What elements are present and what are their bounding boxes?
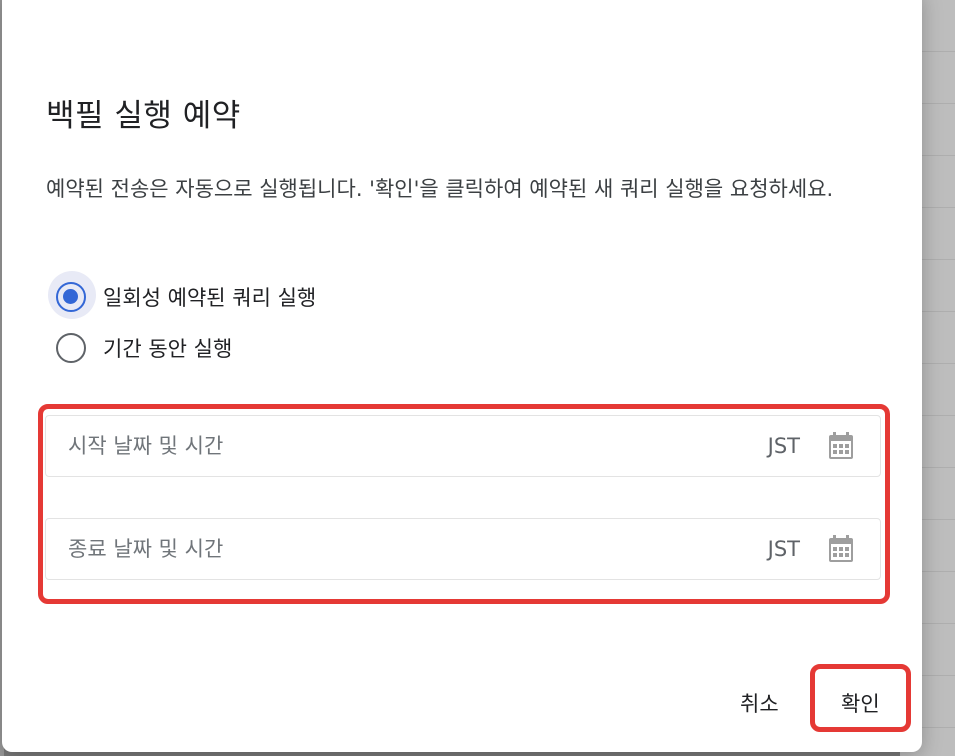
start-datetime-field[interactable]: 시작 날짜 및 시간 JST	[45, 415, 881, 477]
option-label: 일회성 예약된 쿼리 실행	[103, 286, 317, 310]
start-datetime-placeholder: 시작 날짜 및 시간	[68, 434, 224, 458]
dialog-description: 예약된 전송은 자동으로 실행됩니다. '확인'을 클릭하여 예약된 새 쿼리 …	[46, 177, 834, 201]
option-date-range-run[interactable]: 기간 동안 실행	[52, 328, 232, 368]
end-datetime-field[interactable]: 종료 날짜 및 시간 JST	[45, 518, 881, 580]
cancel-button[interactable]: 취소	[740, 688, 779, 718]
timezone-label: JST	[767, 434, 800, 458]
option-one-time-run[interactable]: 일회성 예약된 쿼리 실행	[48, 271, 317, 319]
option-label: 기간 동안 실행	[103, 337, 233, 361]
radio-dot	[63, 289, 78, 304]
backfill-dialog: 백필 실행 예약 예약된 전송은 자동으로 실행됩니다. '확인'을 클릭하여 …	[2, 0, 922, 752]
calendar-icon[interactable]	[828, 432, 854, 460]
radio-button-selected[interactable]	[56, 282, 86, 312]
radio-button-unselected[interactable]	[56, 333, 86, 363]
ok-button[interactable]: 확인	[841, 688, 880, 718]
timezone-label: JST	[767, 537, 800, 561]
dialog-title: 백필 실행 예약	[46, 98, 241, 134]
calendar-icon[interactable]	[828, 535, 854, 563]
end-datetime-placeholder: 종료 날짜 및 시간	[68, 537, 224, 561]
